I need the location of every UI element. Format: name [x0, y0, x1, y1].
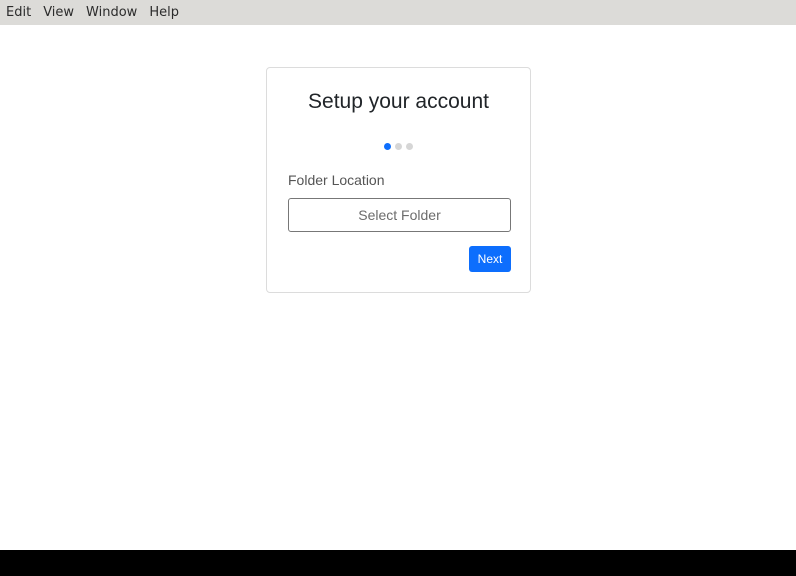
- menu-help[interactable]: Help: [143, 0, 185, 25]
- menu-view[interactable]: View: [37, 0, 80, 25]
- folder-location-label: Folder Location: [288, 172, 385, 188]
- step-dot-3: [406, 143, 413, 150]
- menu-window[interactable]: Window: [80, 0, 143, 25]
- page-title: Setup your account: [308, 90, 489, 113]
- main-content: Setup your account Folder Location Selec…: [0, 25, 796, 550]
- bottom-bar: [0, 550, 796, 576]
- select-folder-button[interactable]: Select Folder: [288, 198, 511, 232]
- next-button[interactable]: Next: [469, 246, 511, 272]
- step-indicator: [267, 143, 530, 150]
- step-dot-1: [384, 143, 391, 150]
- step-dot-2: [395, 143, 402, 150]
- menu-bar: Edit View Window Help: [0, 0, 796, 25]
- menu-edit[interactable]: Edit: [0, 0, 37, 25]
- setup-card: Setup your account Folder Location Selec…: [266, 67, 531, 293]
